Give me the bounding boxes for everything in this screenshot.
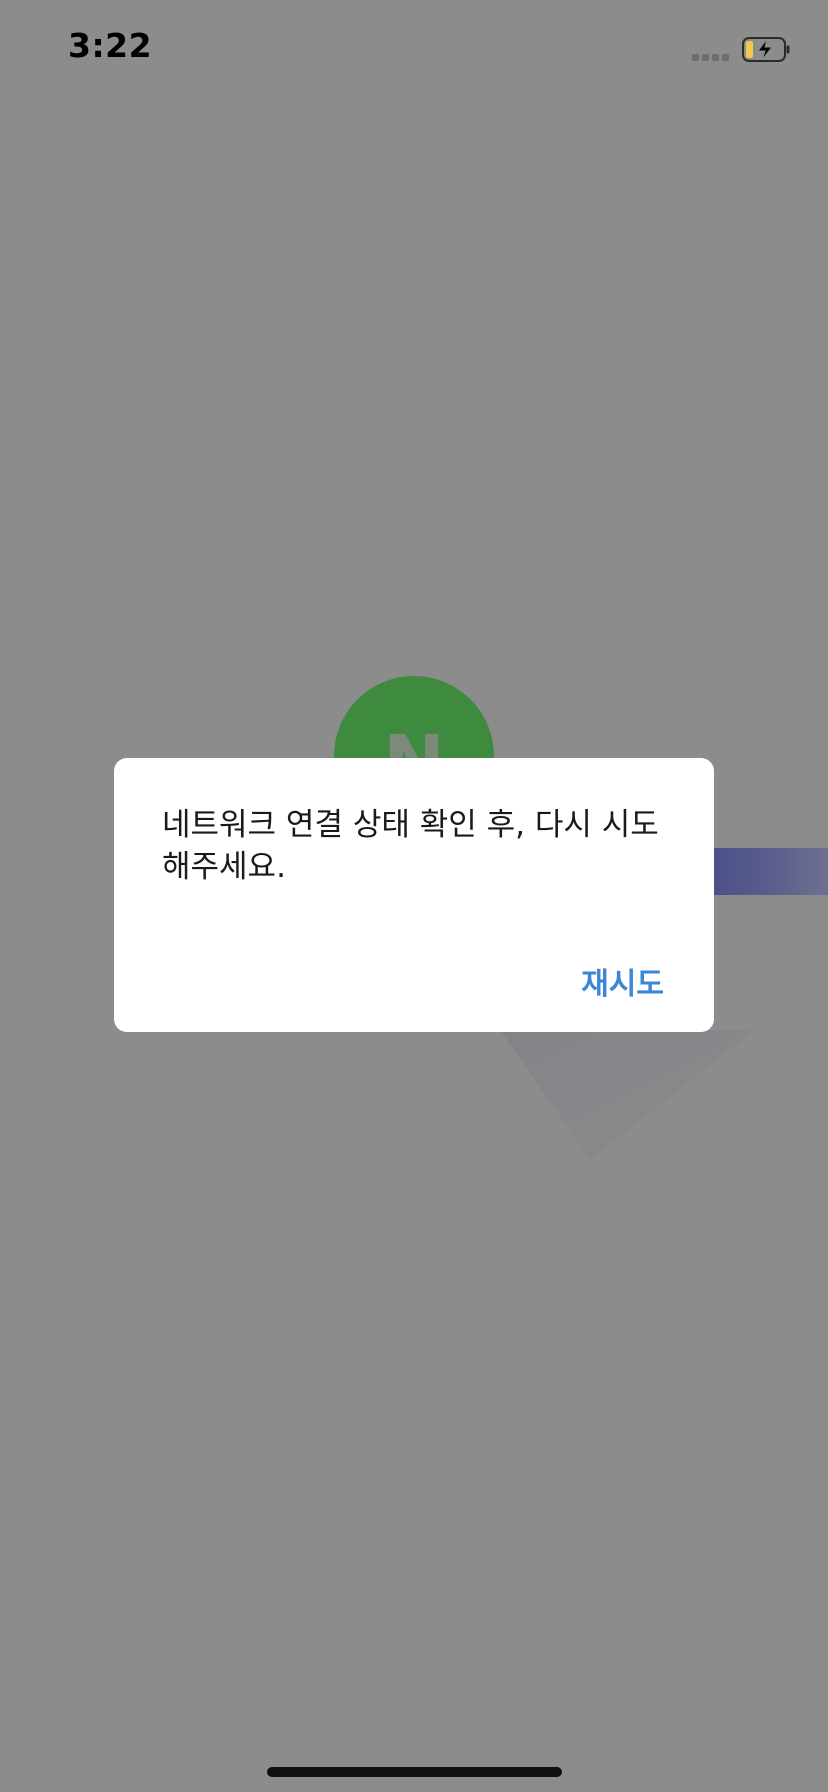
status-bar: 3:22 (0, 0, 828, 100)
home-indicator[interactable] (267, 1767, 562, 1777)
splash-decorative-band (700, 848, 828, 895)
retry-button[interactable]: 재시도 (581, 955, 664, 1007)
battery-charging-icon (742, 37, 790, 62)
status-time: 3:22 (68, 26, 153, 65)
alert-message: 네트워크 연결 상태 확인 후, 다시 시도해주세요. (162, 807, 659, 885)
cellular-signal-icon (692, 54, 730, 62)
network-error-alert: 네트워크 연결 상태 확인 후, 다시 시도해주세요. 재시도 (114, 758, 714, 1032)
splash-decorative-shape (500, 1030, 755, 1160)
